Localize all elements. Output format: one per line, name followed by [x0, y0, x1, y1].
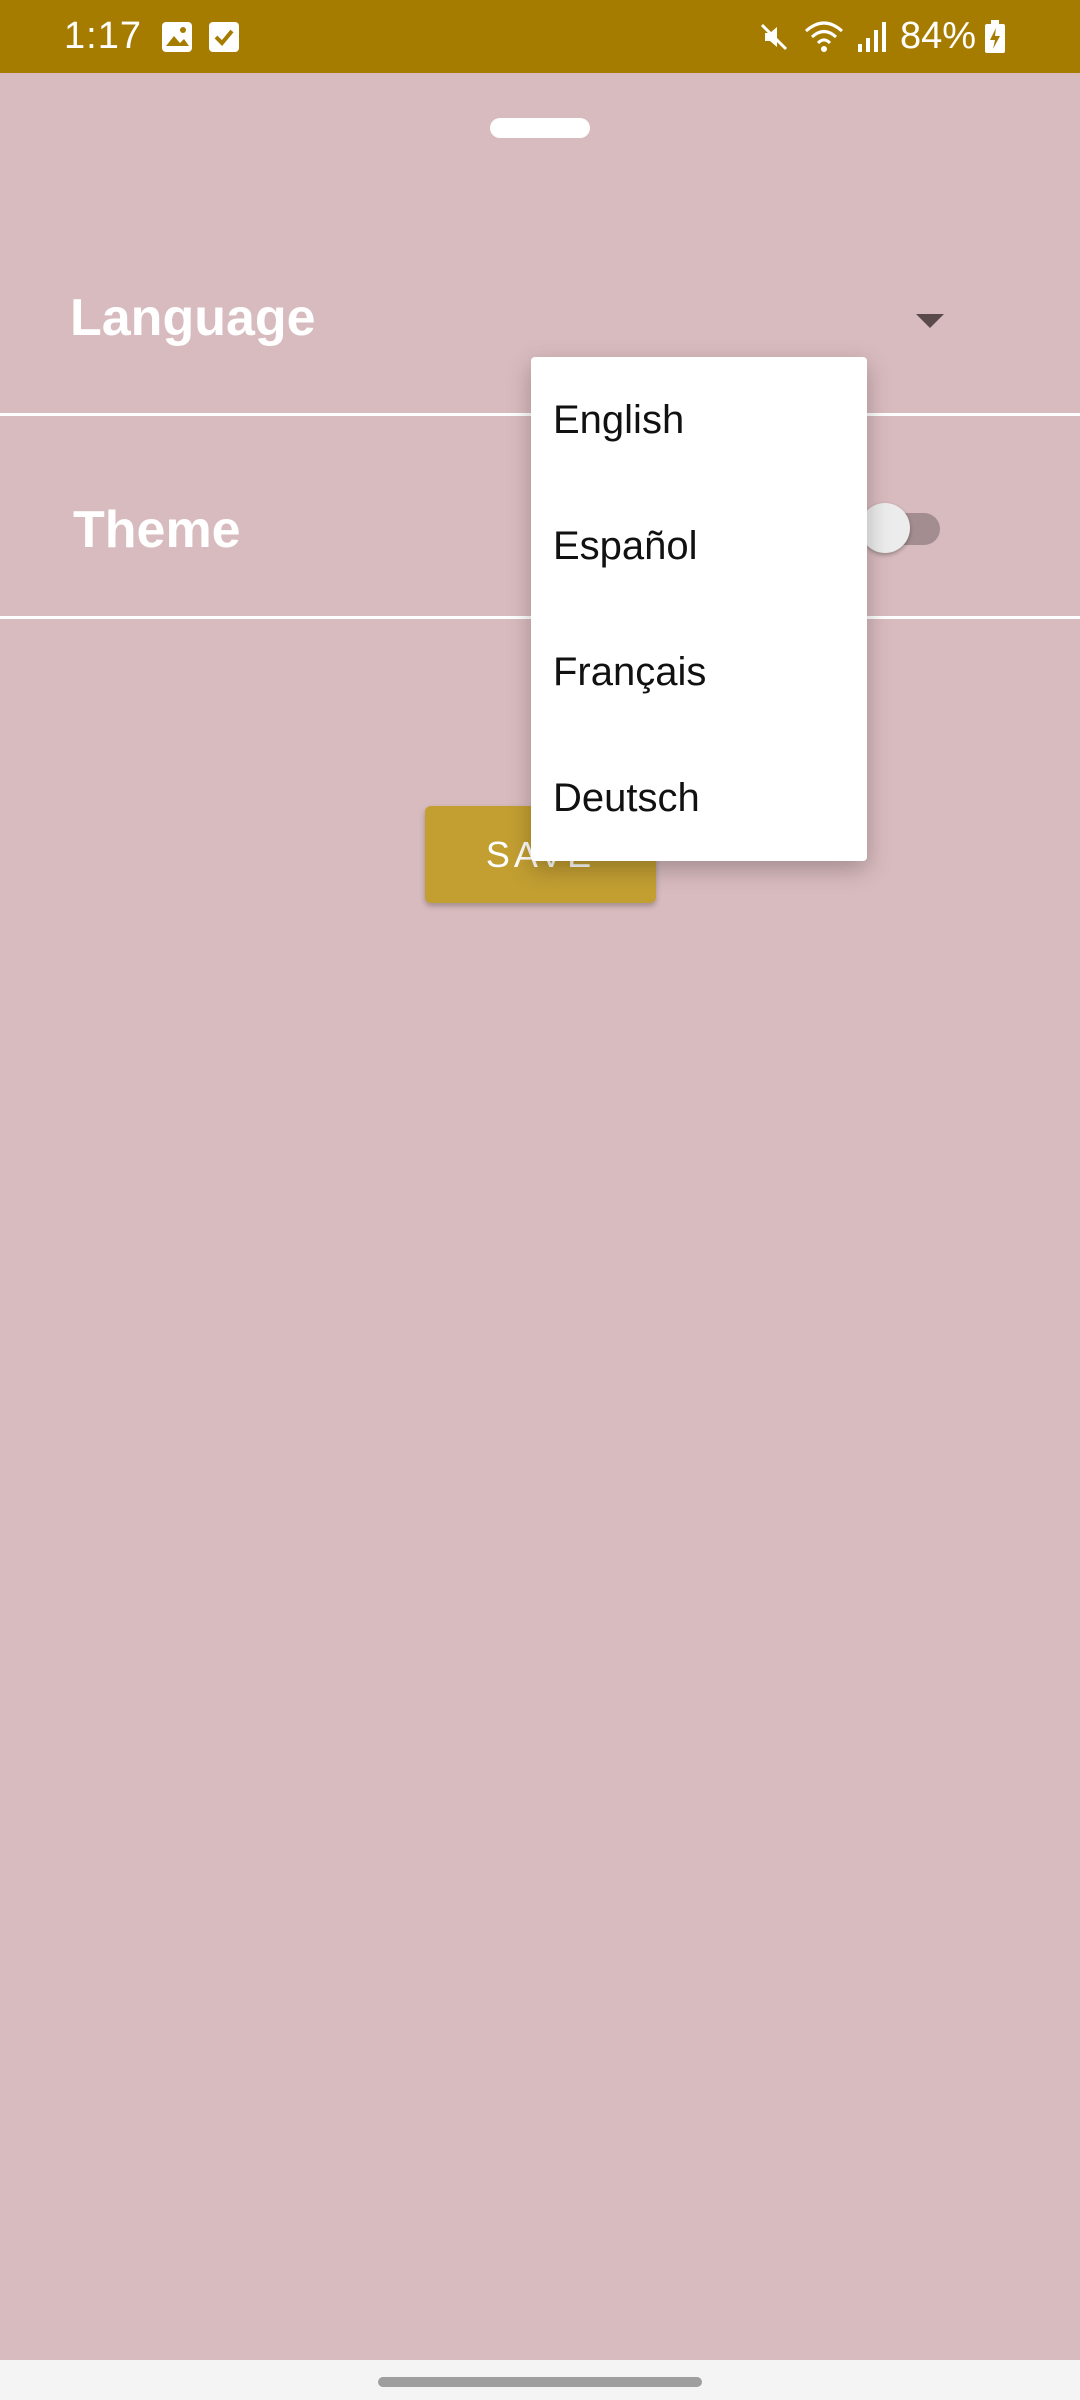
language-label: Language — [70, 289, 316, 347]
theme-toggle[interactable] — [860, 503, 942, 553]
check-square-icon — [208, 21, 240, 53]
battery-charging-icon — [984, 19, 1006, 54]
dropdown-option-espanol[interactable]: Español — [531, 483, 867, 609]
toggle-thumb — [860, 503, 910, 553]
wifi-icon — [804, 19, 844, 55]
dropdown-option-english[interactable]: English — [531, 357, 867, 483]
chevron-down-icon[interactable] — [916, 314, 944, 328]
status-bar: 1:17 84% — [0, 0, 1080, 73]
battery-percentage: 84% — [899, 15, 976, 57]
status-right: 84% — [756, 15, 1018, 58]
settings-sheet: Language Theme SAVE English Español Fran… — [0, 73, 1080, 2360]
mute-icon — [756, 19, 792, 55]
signal-icon — [856, 20, 888, 54]
dropdown-option-francais[interactable]: Français — [531, 609, 867, 735]
drag-handle[interactable] — [490, 118, 590, 138]
theme-label: Theme — [73, 501, 241, 559]
dropdown-option-deutsch[interactable]: Deutsch — [531, 735, 867, 861]
image-icon — [160, 20, 194, 54]
status-left: 1:17 — [64, 15, 254, 58]
home-gesture-handle[interactable] — [378, 2377, 702, 2387]
language-dropdown-menu: English Español Français Deutsch — [531, 357, 867, 861]
status-time: 1:17 — [64, 15, 142, 57]
navigation-bar — [0, 2360, 1080, 2400]
